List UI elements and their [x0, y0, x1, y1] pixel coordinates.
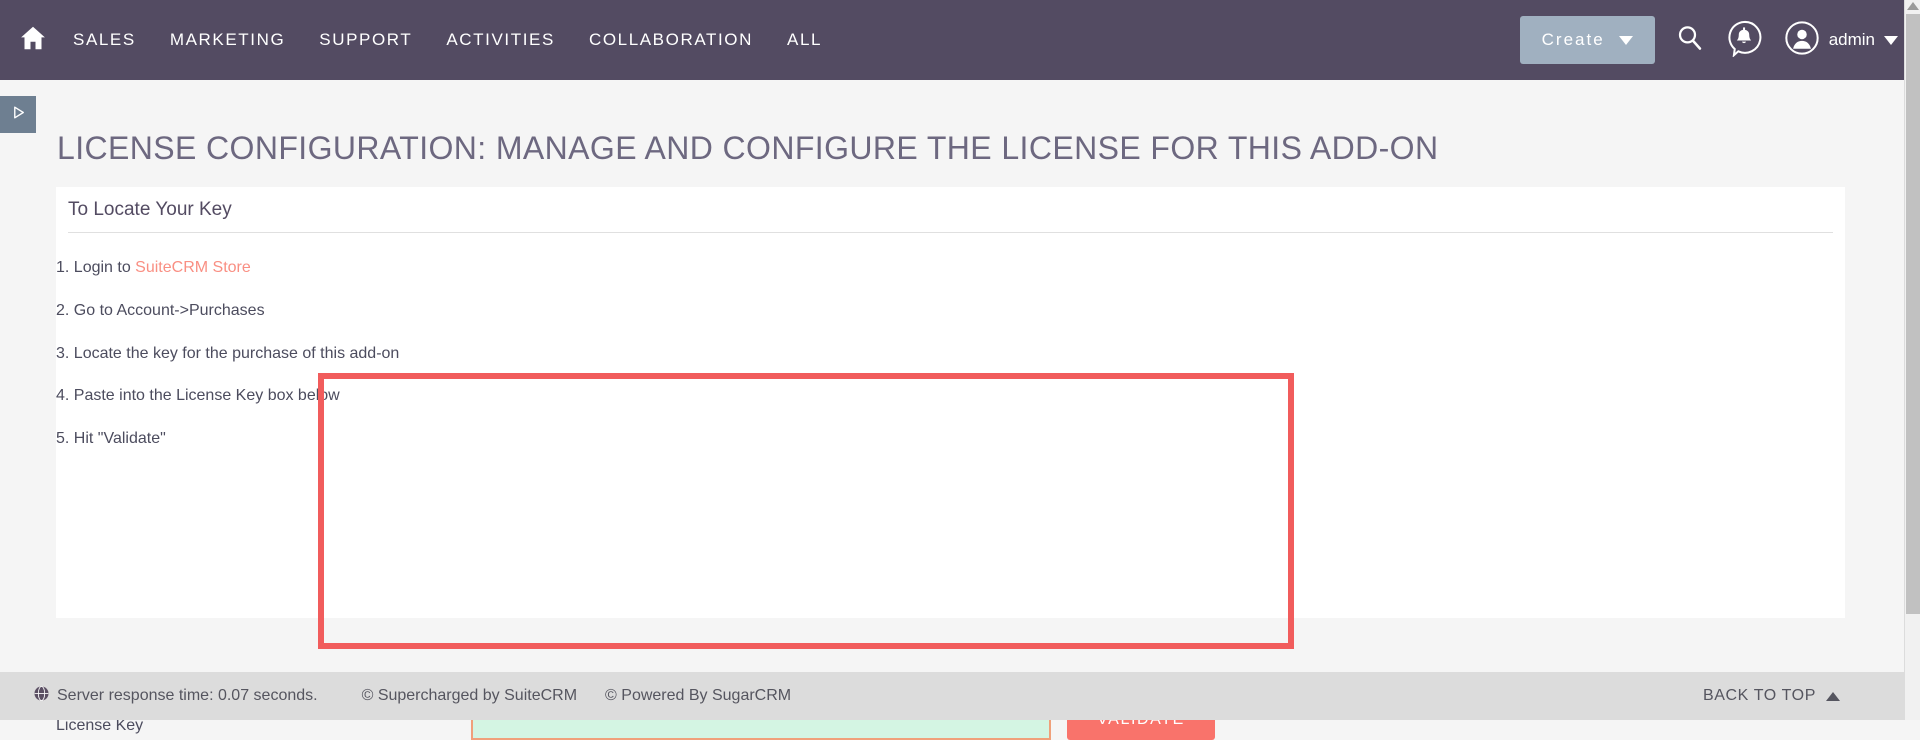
instruction-step-2: 2. Go to Account->Purchases	[56, 302, 265, 320]
expand-sidebar-triangle-icon	[10, 104, 27, 126]
caret-up-icon	[1826, 692, 1840, 701]
top-navbar: Sales Marketing Support Activities Colla…	[0, 0, 1920, 80]
nav-link-marketing[interactable]: Marketing	[153, 30, 302, 50]
back-to-top-label: BACK TO TOP	[1703, 687, 1816, 705]
nav-link-activities[interactable]: Activities	[429, 30, 572, 50]
nav-link-support[interactable]: Support	[302, 30, 429, 50]
user-name-label[interactable]: admin	[1829, 30, 1875, 50]
notifications-button[interactable]	[1725, 19, 1763, 62]
page-title: License Configuration: Manage and config…	[57, 130, 1438, 167]
navbar-right-group: Create	[1520, 16, 1920, 64]
nav-link-sales[interactable]: Sales	[56, 30, 153, 50]
nav-link-all[interactable]: All	[770, 30, 839, 50]
search-button[interactable]	[1675, 23, 1705, 58]
scroll-up-arrow-icon[interactable]	[1907, 2, 1919, 10]
powered-by-label: © Powered By SugarCRM	[605, 687, 791, 705]
search-icon	[1675, 23, 1705, 58]
instruction-step-3: 3. Locate the key for the purchase of th…	[56, 345, 399, 363]
user-avatar-icon	[1783, 19, 1821, 62]
user-menu-button[interactable]	[1783, 19, 1821, 62]
create-button[interactable]: Create	[1520, 16, 1655, 64]
create-button-label: Create	[1542, 30, 1605, 50]
scrollbar-thumb[interactable]	[1906, 14, 1920, 614]
supercharged-label: © Supercharged by SuiteCRM	[362, 687, 577, 705]
home-icon	[18, 23, 48, 58]
page-footer: Server response time: 0.07 seconds. © Su…	[0, 672, 1920, 720]
page-scrollbar[interactable]	[1904, 0, 1920, 720]
instruction-step-5: 5. Hit "Validate"	[56, 430, 166, 448]
user-chevron-down-icon[interactable]	[1884, 36, 1898, 45]
license-configuration-panel: To Locate Your Key 1. Login to SuiteCRM …	[56, 187, 1845, 618]
instruction-step-1: 1. Login to SuiteCRM Store	[56, 259, 251, 277]
globe-icon	[33, 685, 50, 707]
panel-header-title: To Locate Your Key	[68, 199, 232, 221]
home-button[interactable]	[10, 17, 56, 63]
server-response-time-label: Server response time: 0.07 seconds.	[57, 687, 318, 705]
nav-link-collaboration[interactable]: Collaboration	[572, 30, 770, 50]
panel-divider	[68, 232, 1833, 233]
chevron-down-icon	[1619, 36, 1633, 45]
instruction-step-4: 4. Paste into the License Key box below	[56, 387, 340, 405]
sidebar-toggle-button[interactable]	[0, 96, 36, 133]
instruction-step-1-text: 1. Login to	[56, 259, 135, 276]
back-to-top-button[interactable]: BACK TO TOP	[1703, 687, 1840, 705]
server-response-time: Server response time: 0.07 seconds.	[33, 685, 318, 707]
suitecrm-store-link[interactable]: SuiteCRM Store	[135, 259, 251, 276]
notification-bell-icon	[1725, 19, 1763, 62]
